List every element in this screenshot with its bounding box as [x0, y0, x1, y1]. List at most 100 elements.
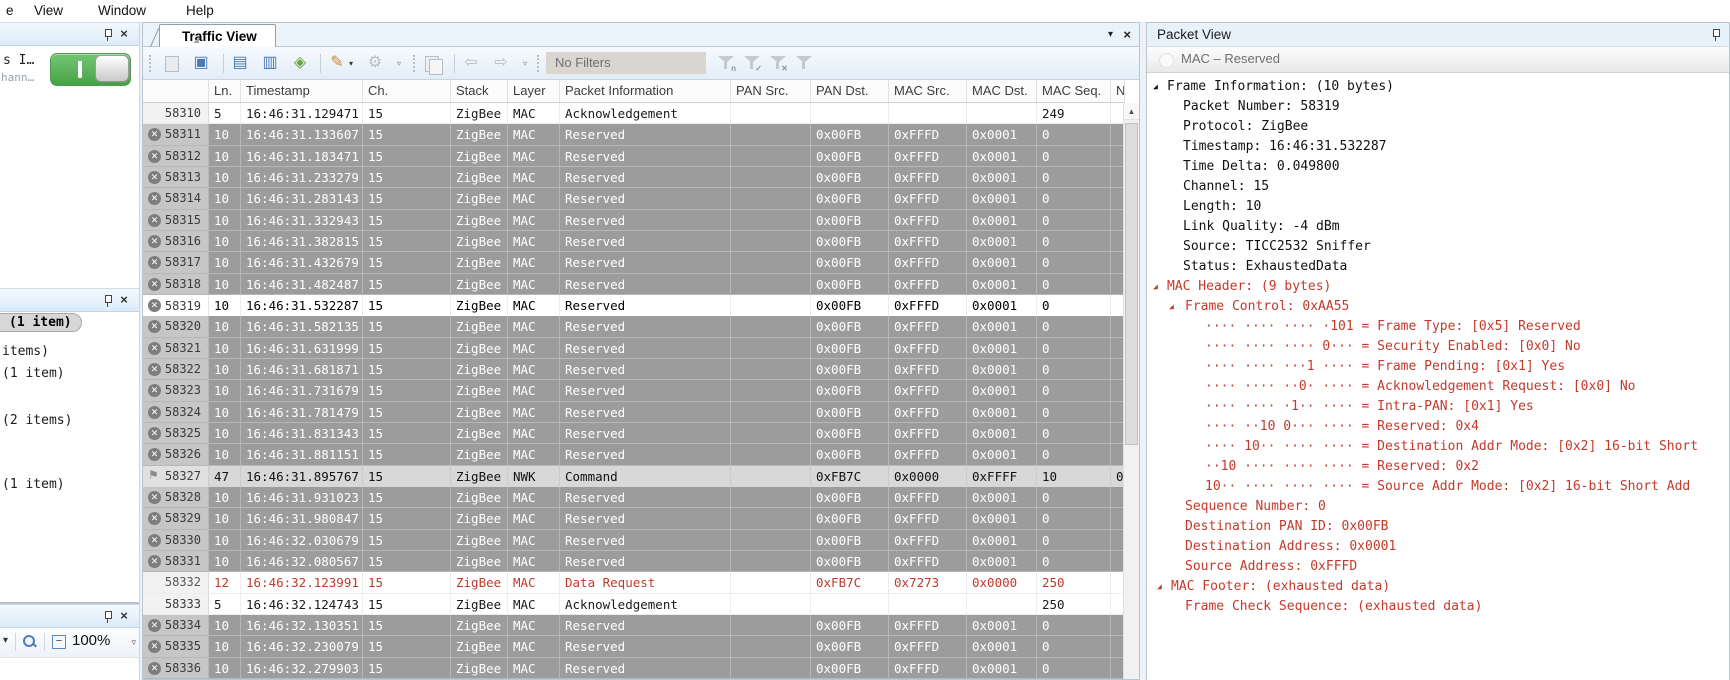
- toolbar-grip[interactable]: [413, 55, 417, 72]
- table-row[interactable]: ✕583141016:46:31.28314315ZigBeeMACReserv…: [143, 188, 1125, 209]
- column-header-Layer[interactable]: Layer: [508, 80, 560, 102]
- packet-tree-node[interactable]: ◢Frame Information: (10 bytes): [1147, 77, 1729, 97]
- row-header[interactable]: 58332: [143, 572, 209, 592]
- packet-tree-node[interactable]: Time Delta: 0.049800: [1147, 157, 1729, 177]
- table-row[interactable]: ⚑583274716:46:31.89576715ZigBeeNWKComman…: [143, 466, 1125, 487]
- table-row[interactable]: ✕583251016:46:31.83134315ZigBeeMACReserv…: [143, 423, 1125, 444]
- packet-tree-node[interactable]: Protocol: ZigBee: [1147, 117, 1729, 137]
- column-header-Stack[interactable]: Stack: [451, 80, 508, 102]
- column-header-Ch.[interactable]: Ch.: [363, 80, 451, 102]
- row-header[interactable]: ✕58330: [143, 530, 209, 550]
- tab-menu-icon[interactable]: ▾: [1108, 29, 1113, 40]
- toolbar-grip[interactable]: [537, 55, 541, 72]
- dropdown-arrow-icon[interactable]: ▾: [349, 59, 353, 68]
- pin-icon[interactable]: [1711, 28, 1721, 41]
- table-row[interactable]: ✕583361016:46:32.27990315ZigBeeMACReserv…: [143, 658, 1125, 679]
- tree-item[interactable]: (1 item): [2, 477, 65, 492]
- table-row[interactable]: ✕583341016:46:32.13035115ZigBeeMACReserv…: [143, 615, 1125, 636]
- table-row[interactable]: ✕583301016:46:32.03067915ZigBeeMACReserv…: [143, 530, 1125, 551]
- packet-list-icon[interactable]: ▤: [230, 53, 250, 73]
- row-header[interactable]: ✕58322: [143, 359, 209, 379]
- packet-tree-node[interactable]: ◢MAC Footer: (exhausted data): [1147, 577, 1729, 597]
- column-header-MAC Seq.[interactable]: MAC Seq.: [1037, 80, 1111, 102]
- packet-tree-node[interactable]: ···· ···· ···· ·101 = Frame Type: [0x5] …: [1147, 317, 1729, 337]
- column-header-Ln.[interactable]: Ln.: [209, 80, 241, 102]
- filter-n-icon[interactable]: n: [718, 56, 734, 71]
- packet-tree-node[interactable]: Frame Check Sequence: (exhausted data): [1147, 597, 1729, 617]
- packet-tree-node[interactable]: ···· ··10 0··· ···· = Reserved: 0x4: [1147, 417, 1729, 437]
- packet-tree-node[interactable]: ··10 ···· ···· ···· = Reserved: 0x2: [1147, 457, 1729, 477]
- row-header[interactable]: ✕58328: [143, 487, 209, 507]
- row-header[interactable]: 58310: [143, 103, 209, 123]
- column-header-Packet Information[interactable]: Packet Information: [560, 80, 731, 102]
- settings-gear-icon[interactable]: ⚙: [365, 53, 385, 73]
- capture-lock-icon[interactable]: ▥: [260, 53, 280, 73]
- table-row[interactable]: 583321216:46:32.12399115ZigBeeMACData Re…: [143, 572, 1125, 593]
- row-header[interactable]: ⚑58327: [143, 466, 209, 487]
- clean-brush-icon[interactable]: ✎: [327, 53, 347, 73]
- packet-tree-node[interactable]: ···· ···· ·1·· ···· = Intra-PAN: [0x1] Y…: [1147, 397, 1729, 417]
- toolbar-grip[interactable]: [149, 55, 153, 72]
- table-row[interactable]: ✕583221016:46:31.68187115ZigBeeMACReserv…: [143, 359, 1125, 380]
- import-icon[interactable]: ⇦: [461, 53, 481, 73]
- close-icon[interactable]: ×: [117, 609, 131, 623]
- packet-tree-node[interactable]: Timestamp: 16:46:31.532287: [1147, 137, 1729, 157]
- packet-tree-node[interactable]: Status: ExhaustedData: [1147, 257, 1729, 277]
- table-row[interactable]: 58333516:46:32.12474315ZigBeeMACAcknowle…: [143, 594, 1125, 615]
- network-cube-icon[interactable]: ◈: [290, 53, 310, 73]
- pin-icon[interactable]: [103, 294, 113, 307]
- export-icon[interactable]: ⇨: [491, 53, 511, 73]
- packet-tree-node[interactable]: Length: 10: [1147, 197, 1729, 217]
- table-row[interactable]: ✕583161016:46:31.38281515ZigBeeMACReserv…: [143, 231, 1125, 252]
- menu-item-help[interactable]: Help: [182, 0, 218, 22]
- table-row[interactable]: ✕583131016:46:31.23327915ZigBeeMACReserv…: [143, 167, 1125, 188]
- packet-tree-node[interactable]: ···· ···· ··0· ···· = Acknowledgement Re…: [1147, 377, 1729, 397]
- column-header-MAC Src.[interactable]: MAC Src.: [889, 80, 967, 102]
- packet-tree-node[interactable]: 10·· ···· ···· ···· = Source Addr Mode: …: [1147, 477, 1729, 497]
- column-header-MAC Dst.[interactable]: MAC Dst.: [967, 80, 1037, 102]
- row-header[interactable]: ✕58312: [143, 146, 209, 166]
- packet-tree-node[interactable]: ···· ···· ···· 0··· = Security Enabled: …: [1147, 337, 1729, 357]
- pin-icon[interactable]: [103, 28, 113, 41]
- overflow-arrow-icon[interactable]: ▿: [397, 59, 401, 68]
- table-row[interactable]: ✕583291016:46:31.98084715ZigBeeMACReserv…: [143, 508, 1125, 529]
- table-row[interactable]: ✕583281016:46:31.93102315ZigBeeMACReserv…: [143, 487, 1125, 508]
- table-row[interactable]: ✕583181016:46:31.48248715ZigBeeMACReserv…: [143, 274, 1125, 295]
- tree-item[interactable]: (2 items): [2, 413, 72, 428]
- row-header[interactable]: ✕58320: [143, 316, 209, 336]
- table-row[interactable]: ✕583311016:46:32.08056715ZigBeeMACReserv…: [143, 551, 1125, 572]
- tree-item[interactable]: (1 item): [2, 366, 65, 381]
- capture-toggle[interactable]: [50, 53, 131, 86]
- menu-item-view[interactable]: View: [30, 0, 67, 22]
- column-header-PAN Src.[interactable]: PAN Src.: [731, 80, 811, 102]
- column-header-PAN Dst.[interactable]: PAN Dst.: [811, 80, 889, 102]
- open-file-icon[interactable]: [165, 56, 179, 72]
- row-header[interactable]: ✕58311: [143, 124, 209, 144]
- pin-icon[interactable]: [103, 610, 113, 623]
- menu-item-window[interactable]: Window: [94, 0, 150, 22]
- column-header-Timestamp[interactable]: Timestamp: [241, 80, 363, 102]
- corner-icon[interactable]: ◢: [193, 35, 199, 44]
- row-header[interactable]: ✕58313: [143, 167, 209, 187]
- toggle-knob[interactable]: [95, 55, 129, 82]
- close-icon[interactable]: ×: [1123, 27, 1131, 42]
- table-row[interactable]: ✕583201016:46:31.58213515ZigBeeMACReserv…: [143, 316, 1125, 337]
- expander-icon[interactable]: ◢: [1169, 297, 1174, 317]
- close-icon[interactable]: ×: [117, 293, 131, 307]
- table-row[interactable]: ✕583241016:46:31.78147915ZigBeeMACReserv…: [143, 402, 1125, 423]
- table-row[interactable]: ✕583231016:46:31.73167915ZigBeeMACReserv…: [143, 380, 1125, 401]
- scrollbar-thumb[interactable]: [1125, 123, 1138, 445]
- table-row[interactable]: ✕583211016:46:31.63199915ZigBeeMACReserv…: [143, 338, 1125, 359]
- table-row[interactable]: ✕583121016:46:31.18347115ZigBeeMACReserv…: [143, 146, 1125, 167]
- table-row[interactable]: 58310516:46:31.12947115ZigBeeMACAcknowle…: [143, 103, 1125, 124]
- row-header[interactable]: ✕58318: [143, 274, 209, 294]
- overflow-arrow-icon[interactable]: ▿: [523, 59, 527, 68]
- row-header[interactable]: ✕58319: [143, 295, 209, 316]
- packet-tree-node[interactable]: Destination PAN ID: 0x00FB: [1147, 517, 1729, 537]
- packet-tree-node[interactable]: Source: TICC2532 Sniffer: [1147, 237, 1729, 257]
- packet-tree-node[interactable]: ◢Frame Control: 0xAA55: [1147, 297, 1729, 317]
- tab-traffic-view[interactable]: Traffic View: [159, 24, 276, 48]
- filter-plain-icon[interactable]: [796, 56, 812, 71]
- packet-tree-node[interactable]: Destination Address: 0x0001: [1147, 537, 1729, 557]
- row-header[interactable]: ✕58329: [143, 508, 209, 528]
